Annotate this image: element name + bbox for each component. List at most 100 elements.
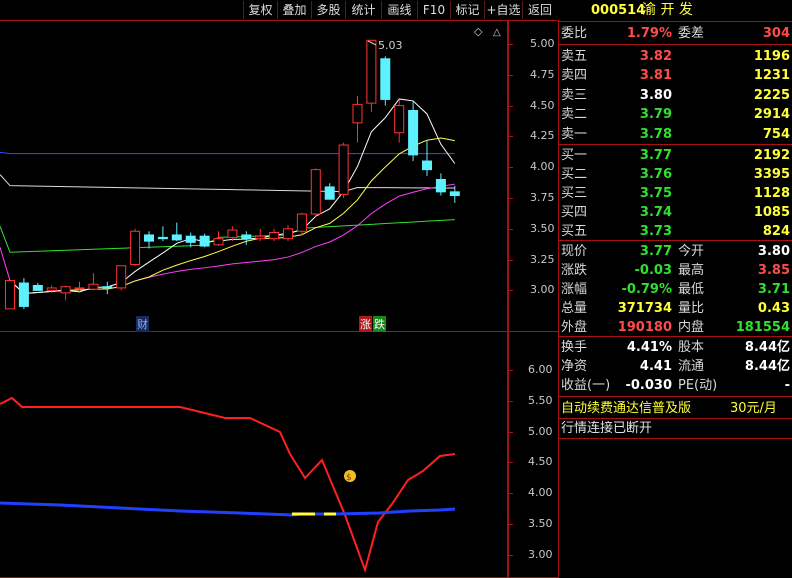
promo-text[interactable]: 自动续费通达信普及版	[561, 399, 691, 418]
candle-body	[310, 169, 321, 215]
candle-body	[130, 230, 141, 266]
candle[interactable]	[157, 226, 168, 242]
price-tick: 5.00	[530, 37, 555, 50]
mark-button[interactable]: 标记	[450, 1, 484, 19]
ask-price: 3.80	[639, 87, 672, 103]
scroll-up-icon[interactable]: △	[493, 27, 501, 38]
indicator-tick-mark	[508, 524, 513, 525]
ask-volume: 2225	[753, 87, 790, 103]
candle[interactable]	[394, 99, 405, 143]
candle-body	[199, 235, 210, 247]
price-tick: 3.50	[530, 221, 555, 235]
candle-body	[102, 286, 113, 289]
candle-body	[394, 105, 405, 134]
candle[interactable]	[352, 95, 363, 143]
bid-row: 买一 3.77 2192	[558, 146, 792, 165]
candle-body	[60, 286, 71, 294]
candle[interactable]	[144, 231, 154, 249]
fund-label: 换手	[561, 340, 588, 355]
stat-value: 3.85	[757, 263, 790, 278]
stat-value: 181554	[735, 320, 790, 335]
limit-down-marker[interactable]: 跌	[373, 316, 386, 332]
bid-volume: 2192	[753, 148, 790, 163]
candle[interactable]	[5, 280, 15, 310]
candle[interactable]	[296, 212, 307, 235]
candle[interactable]	[74, 281, 85, 291]
money-bag-icon[interactable]: $	[344, 470, 356, 483]
fund-value: 4.41%	[626, 340, 672, 355]
kline-chart[interactable]: 5.03 ◇ △	[0, 21, 507, 331]
ma-250-line	[0, 151, 455, 155]
statistics-button[interactable]: 统计	[345, 1, 381, 19]
candle[interactable]	[338, 142, 349, 198]
fund-label: 流通	[678, 359, 705, 374]
add-favorite-button[interactable]: +自选	[484, 1, 522, 19]
indicator-tick: 4.00	[528, 486, 553, 500]
price-tick-mark	[508, 136, 513, 138]
multi-stock-button[interactable]: 多股	[311, 1, 345, 19]
candle-body	[46, 287, 57, 291]
candle-body	[171, 234, 182, 241]
stat-value: 3.71	[757, 282, 790, 297]
stat-value: 3.77	[639, 244, 672, 259]
candle-body	[324, 186, 335, 200]
promo-row[interactable]: 自动续费通达信普及版 30元/月	[558, 399, 792, 418]
fund-label: PE(动)	[678, 378, 718, 393]
candle[interactable]	[88, 273, 99, 291]
candle[interactable]	[213, 231, 224, 247]
stat-label: 今开	[678, 244, 705, 259]
stat-label: 最低	[678, 282, 705, 297]
candle[interactable]	[435, 173, 446, 196]
candle-body	[185, 235, 196, 243]
limit-up-marker[interactable]: 涨	[359, 316, 372, 332]
draw-line-button[interactable]: 画线	[381, 1, 417, 19]
finance-event-marker[interactable]: 财	[136, 316, 149, 332]
candle-body	[408, 110, 419, 156]
candle[interactable]	[130, 228, 141, 266]
candle[interactable]	[310, 168, 321, 217]
candle[interactable]	[60, 285, 71, 301]
price-tick-mark	[508, 105, 513, 107]
candle[interactable]	[283, 225, 293, 242]
ma-120-line	[0, 174, 455, 193]
candle[interactable]	[380, 56, 391, 106]
candle[interactable]	[422, 140, 432, 176]
ask-price: 3.79	[639, 107, 672, 123]
fuquan-button[interactable]: 复权	[243, 1, 277, 19]
ask-row: 卖三 3.80 2225	[558, 86, 792, 105]
ask-price: 3.81	[639, 68, 672, 84]
wb-label: 委比	[561, 26, 588, 41]
candle[interactable]	[116, 265, 127, 291]
candle-body	[255, 235, 266, 240]
candle[interactable]	[18, 278, 29, 309]
candle[interactable]	[324, 183, 335, 200]
stat-label: 涨幅	[561, 282, 588, 297]
stock-name: 渝 开 发	[642, 2, 693, 18]
candle[interactable]	[32, 283, 43, 291]
bid-label: 买二	[561, 167, 588, 182]
candle[interactable]	[199, 233, 210, 248]
overlay-button[interactable]: 叠加	[277, 1, 311, 19]
stat-label: 内盘	[678, 320, 705, 335]
candle[interactable]	[269, 228, 280, 242]
candle[interactable]	[408, 100, 419, 162]
bid-label: 买五	[561, 224, 588, 239]
f10-button[interactable]: F10	[417, 1, 450, 19]
bid-label: 买三	[561, 186, 588, 201]
candle[interactable]	[171, 222, 182, 242]
back-button[interactable]: 返回	[522, 1, 557, 19]
stat-label: 现价	[561, 244, 588, 259]
indicator-chart[interactable]: $	[0, 332, 507, 577]
stat-value: 190180	[617, 320, 672, 335]
candle[interactable]	[102, 281, 113, 295]
connection-status-text: 行情连接已断开	[561, 421, 653, 436]
promo-price[interactable]: 30元/月	[730, 399, 777, 418]
candle[interactable]	[185, 232, 196, 248]
diamond-icon[interactable]: ◇	[474, 25, 483, 38]
price-tick-mark	[508, 259, 513, 261]
stat-value: 371734	[617, 301, 672, 316]
ask-row: 卖五 3.82 1196	[558, 47, 792, 66]
candle[interactable]	[366, 39, 377, 112]
price-tick-mark	[508, 44, 513, 45]
stat-row: 外盘 190180 内盘 181554	[558, 318, 792, 337]
